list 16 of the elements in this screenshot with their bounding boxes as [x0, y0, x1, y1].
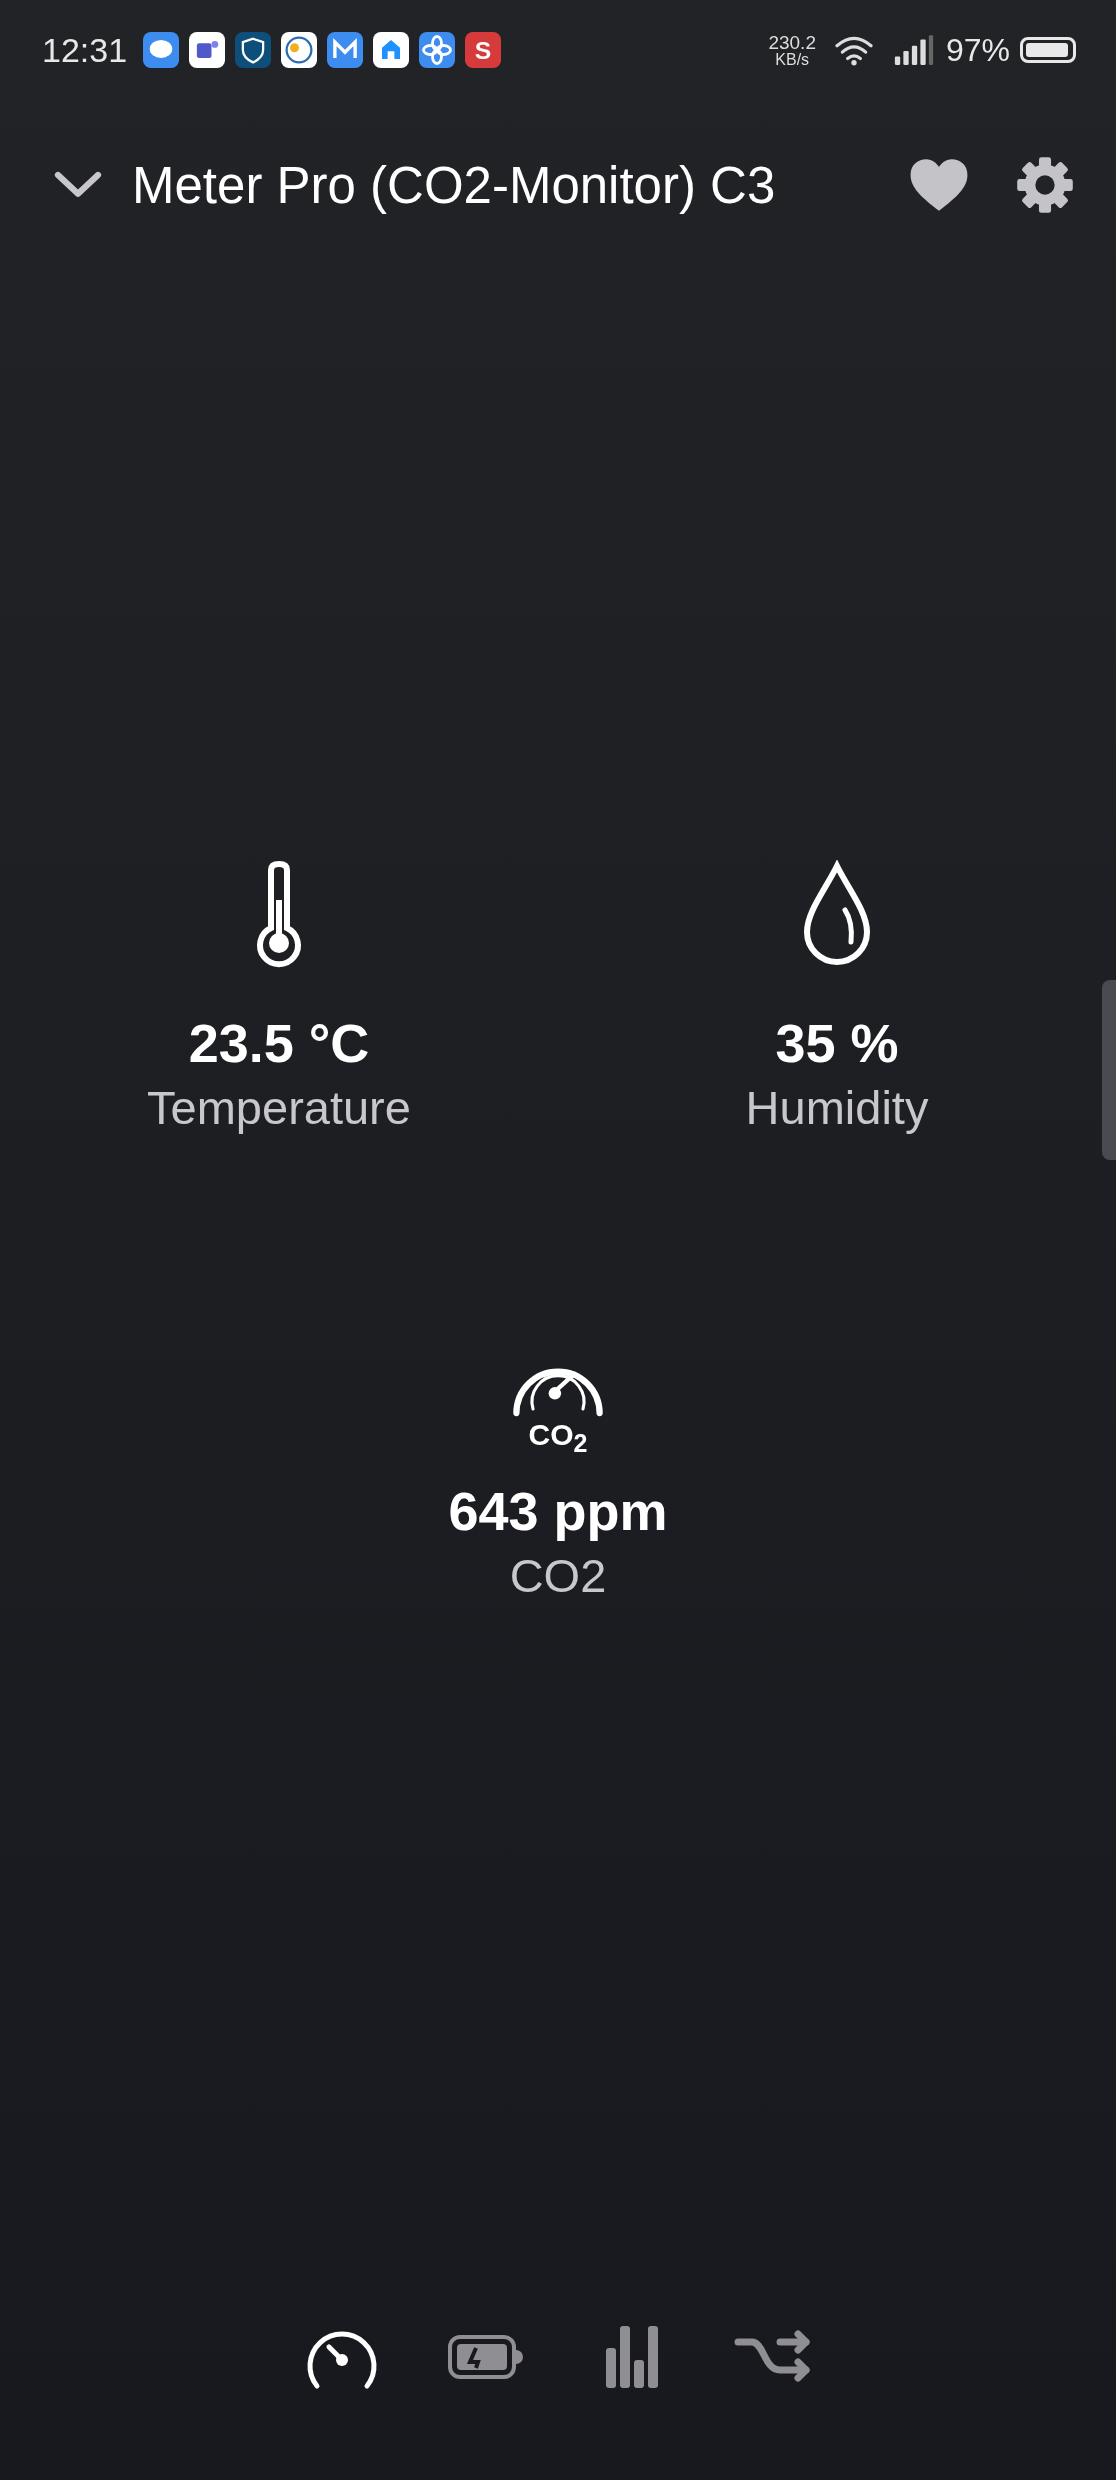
speed-unit: KB/s — [775, 51, 810, 68]
clock-time: 12:31 — [42, 30, 128, 70]
sensor-label: CO2 — [509, 1548, 607, 1603]
network-speed: 230.2 — [768, 32, 816, 52]
sensor-value: 23.5 °C — [188, 1012, 370, 1074]
battery-percentage: 97% — [945, 31, 1010, 69]
app-notification-icon: S — [465, 32, 502, 68]
collapse-chevron-icon[interactable] — [52, 170, 104, 200]
sensor-label: Humidity — [745, 1080, 929, 1135]
device-title: Meter Pro (CO2-Monitor) C3 — [132, 155, 776, 215]
sensor-label: Temperature — [147, 1080, 411, 1135]
sensor-value: 643 ppm — [448, 1480, 668, 1542]
battery-icon — [1020, 37, 1076, 63]
scroll-handle[interactable] — [1102, 980, 1116, 1160]
settings-icon[interactable] — [1014, 156, 1076, 214]
sensor-value: 35 % — [775, 1012, 899, 1074]
